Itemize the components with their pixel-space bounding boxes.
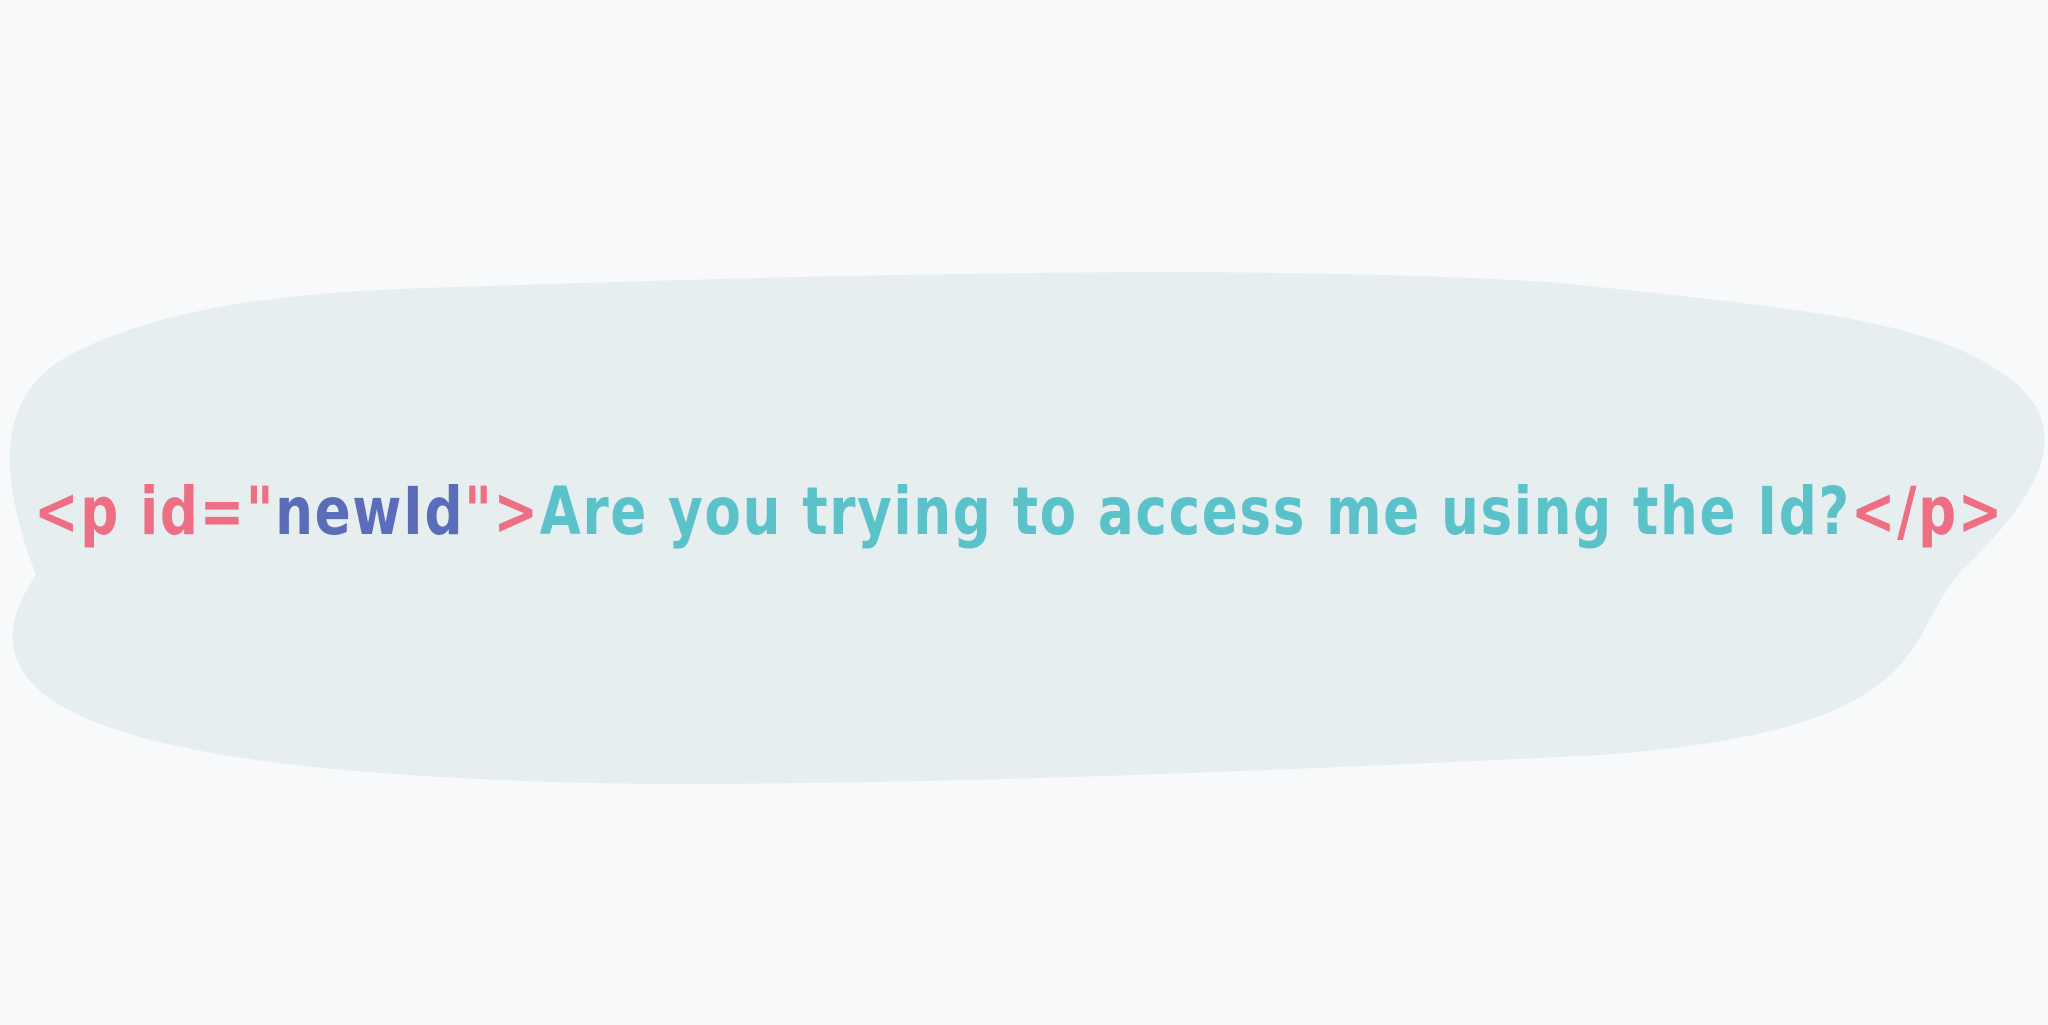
illustration-canvas: <p id="newId">Are you trying to access m… (0, 0, 2048, 1025)
close-tag: </p> (1851, 473, 2004, 550)
open-tag-start: <p id= (34, 473, 246, 550)
quote-close: " (464, 473, 493, 550)
code-text-line: <p id="newId">Are you trying to access m… (34, 473, 2004, 550)
paragraph-content: Are you trying to access me using the Id… (540, 473, 1851, 550)
code-snippet: <p id="newId">Are you trying to access m… (34, 473, 2004, 550)
quote-open: " (246, 473, 275, 550)
id-value: newId (275, 473, 464, 550)
open-tag-end: > (493, 473, 539, 550)
